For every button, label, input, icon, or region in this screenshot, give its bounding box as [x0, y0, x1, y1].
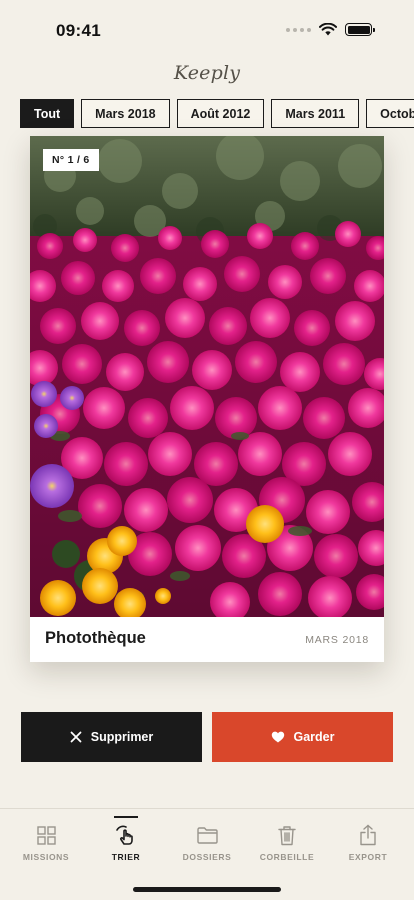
- delete-button[interactable]: Supprimer: [21, 712, 202, 762]
- tab-label: MISSIONS: [22, 852, 70, 862]
- app-title: Keeply: [173, 62, 241, 84]
- filter-chip-mars-2011[interactable]: Mars 2011: [271, 99, 360, 128]
- filter-chip-all[interactable]: Tout: [20, 99, 75, 128]
- folder-icon: [196, 826, 218, 844]
- active-tab-indicator: [114, 816, 138, 818]
- delete-label: Supprimer: [90, 730, 154, 744]
- swipe-hand-icon: [116, 825, 133, 845]
- keep-label: Garder: [293, 730, 335, 744]
- filter-chip-mars-2018[interactable]: Mars 2018: [81, 99, 170, 128]
- grid-icon: [36, 825, 56, 845]
- tab-label: EXPORT: [348, 852, 388, 862]
- tab-label: CORBEILLE: [259, 852, 315, 862]
- close-icon: [70, 731, 82, 743]
- tab-trier[interactable]: TRIER: [86, 816, 166, 862]
- photo-card[interactable]: N° 1 / 6 Photothèque MARS 2018: [30, 136, 384, 662]
- filter-chip-aout-2012[interactable]: Août 2012: [176, 99, 265, 128]
- tab-dossiers[interactable]: DOSSIERS: [167, 823, 247, 862]
- tab-missions[interactable]: MISSIONS: [6, 823, 86, 862]
- keep-button[interactable]: Garder: [212, 712, 393, 762]
- trash-icon: [278, 825, 296, 845]
- photo-counter-badge: N° 1 / 6: [43, 149, 99, 171]
- filter-chip-octobre[interactable]: Octobre: [366, 99, 414, 128]
- status-icons: [286, 23, 375, 36]
- status-bar: 09:41: [0, 0, 414, 56]
- signal-dots-icon: [286, 27, 311, 32]
- date-filter-bar: Tout Mars 2018 Août 2012 Mars 2011 Octob…: [20, 99, 414, 129]
- tab-corbeille[interactable]: CORBEILLE: [247, 823, 327, 862]
- flower-photo: [30, 136, 384, 617]
- heart-icon: [271, 731, 284, 743]
- share-icon: [360, 824, 376, 846]
- tab-label: DOSSIERS: [182, 852, 232, 862]
- tab-export[interactable]: EXPORT: [328, 823, 408, 862]
- wifi-icon: [319, 23, 337, 36]
- photo-date: MARS 2018: [305, 634, 369, 646]
- photo-image: N° 1 / 6: [30, 136, 384, 617]
- album-title: Photothèque: [45, 629, 146, 647]
- battery-icon: [345, 23, 375, 36]
- tab-label: TRIER: [111, 852, 141, 862]
- card-footer: Photothèque MARS 2018: [30, 617, 384, 662]
- status-time: 09:41: [56, 21, 101, 40]
- home-indicator: [133, 887, 281, 892]
